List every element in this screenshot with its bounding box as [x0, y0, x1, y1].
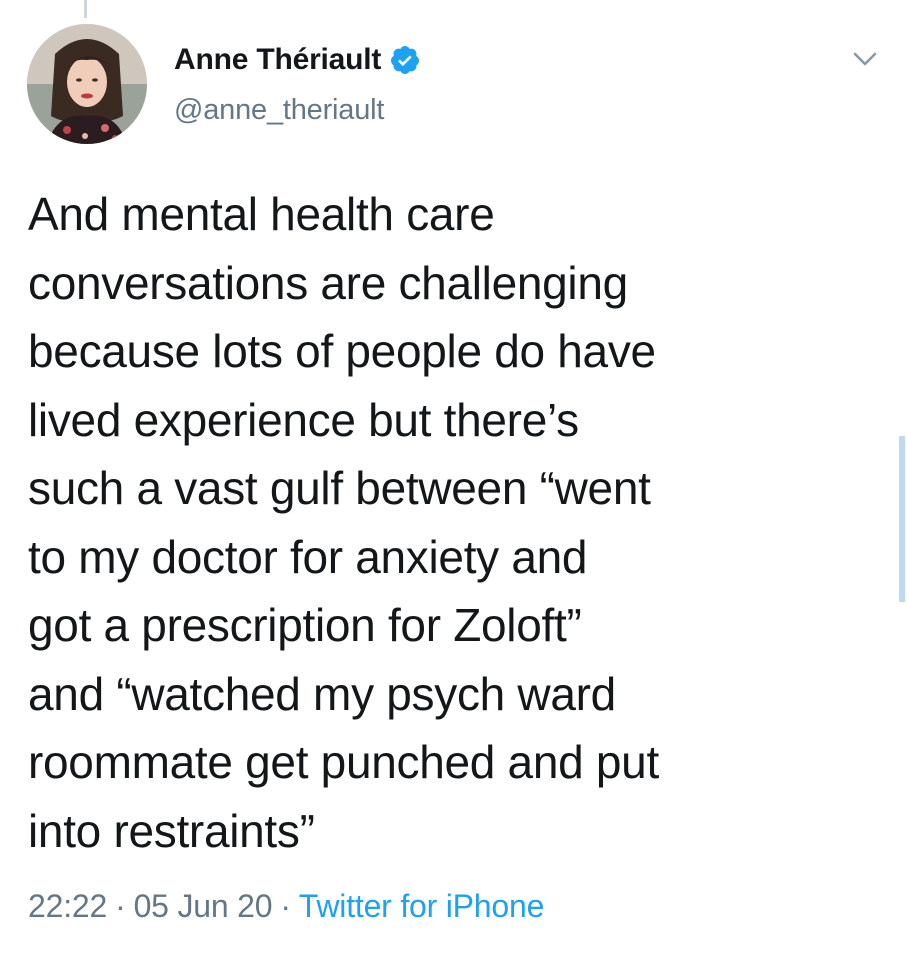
tweet-text-line: conversations are challenging	[28, 256, 628, 309]
tweet-date[interactable]: 05 Jun 20	[134, 888, 273, 924]
chevron-down-icon[interactable]	[848, 46, 882, 72]
avatar-photo	[27, 24, 147, 144]
tweet-text-line: lived experience but there’s	[28, 393, 579, 446]
author-display-name[interactable]: Anne Thériault	[174, 43, 381, 77]
meta-separator: ·	[115, 888, 126, 924]
tweet-text-line: such a vast gulf between “went	[28, 462, 651, 514]
tweet-text-line: because lots of people do have	[28, 325, 656, 377]
tweet-meta: 22:22 · 05 Jun 20 · Twitter for iPhone	[28, 888, 544, 925]
meta-separator: ·	[280, 888, 291, 924]
tweet-text-line: got a prescription for Zoloft”	[28, 599, 582, 651]
tweet-text: And mental health care conversations are…	[28, 180, 828, 865]
scroll-indicator[interactable]	[899, 436, 905, 602]
tweet-text-line: into restraints”	[28, 804, 315, 857]
avatar[interactable]	[27, 24, 147, 144]
tweet-text-line: roommate get punched and put	[28, 736, 659, 788]
author-handle[interactable]: @anne_theriault	[174, 94, 384, 127]
tweet-text-line: and “watched my psych ward	[28, 667, 616, 720]
verified-badge-icon	[389, 44, 421, 76]
tweet-text-line: to my doctor for anxiety and	[28, 530, 588, 583]
author-name-row[interactable]: Anne Thériault	[174, 40, 421, 80]
tweet-text-line: And mental health care	[28, 188, 495, 240]
tweet-time[interactable]: 22:22	[28, 888, 107, 924]
tweet-source-link[interactable]: Twitter for iPhone	[299, 888, 545, 924]
thread-connector-line	[84, 0, 87, 18]
